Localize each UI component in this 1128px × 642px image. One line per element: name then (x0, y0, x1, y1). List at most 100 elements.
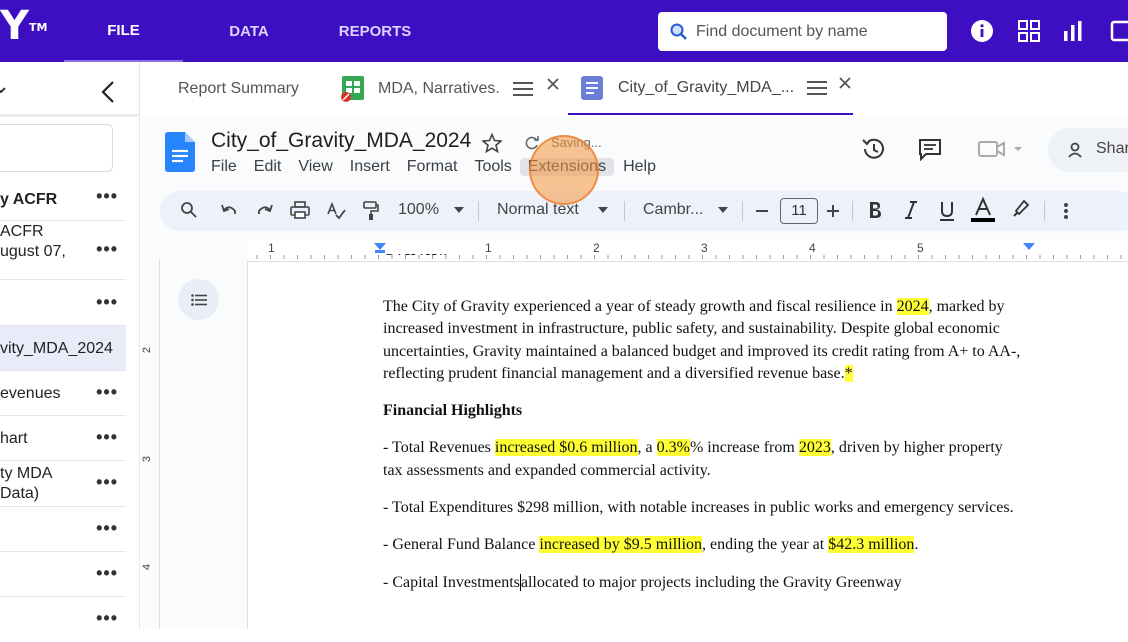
bar-chart-icon[interactable] (1061, 19, 1085, 43)
capital-investments-paragraph: - Capital Investments allocated to major… (383, 572, 1023, 594)
list-item-label: ACFR (0, 223, 44, 240)
more-icon[interactable]: ••• (96, 518, 118, 539)
list-item[interactable]: evenues ••• (0, 371, 126, 416)
paint-format-icon[interactable] (362, 201, 380, 221)
drag-handle-icon[interactable] (512, 81, 534, 97)
chevron-down-icon[interactable] (0, 85, 6, 95)
tab-bar: Report Summary MDA, Narratives. City_of_… (142, 62, 1128, 115)
search-input[interactable] (696, 22, 936, 41)
more-icon[interactable]: ••• (96, 186, 118, 207)
sidebar-search-input[interactable] (0, 124, 113, 172)
close-icon[interactable] (838, 76, 852, 90)
document-body[interactable]: Overview The City of Gravity experienced… (383, 254, 1023, 609)
inbox-icon[interactable] (1110, 19, 1128, 43)
spellcheck-icon[interactable] (326, 201, 346, 221)
revenues-paragraph: - Total Revenues increased $0.6 million,… (383, 437, 1023, 482)
more-icon[interactable]: ••• (96, 239, 118, 260)
list-item[interactable]: ••• (0, 597, 126, 642)
drag-handle-icon[interactable] (806, 80, 828, 96)
text-color-icon[interactable] (970, 197, 996, 223)
dashboard-icon[interactable] (1017, 19, 1041, 43)
menu-format[interactable]: Format (407, 158, 458, 176)
search-icon (670, 23, 687, 40)
toolbar-divider (478, 201, 479, 221)
document-outline-button[interactable] (178, 279, 219, 320)
search-box[interactable] (658, 12, 947, 51)
undo-icon[interactable] (220, 201, 238, 219)
ruler-mark: 3 (701, 241, 708, 255)
info-icon[interactable] (970, 19, 994, 43)
ruler-mark: 1 (268, 241, 275, 255)
collapse-icon[interactable] (100, 80, 116, 104)
nav-file[interactable]: FILE (64, 0, 183, 62)
list-item[interactable]: hart ••• (0, 416, 126, 461)
list-item[interactable]: y ACFR ••• (0, 180, 126, 221)
more-icon[interactable]: ••• (96, 563, 118, 584)
tab-report-summary[interactable]: Report Summary (178, 62, 299, 115)
vertical-ruler[interactable]: 2 3 4 (141, 260, 160, 629)
list-item[interactable]: ••• (0, 552, 126, 597)
nav-reports[interactable]: REPORTS (322, 0, 428, 62)
tab-city-of-gravity[interactable]: City_of_Gravity_MDA_... (568, 62, 853, 115)
more-options-icon[interactable] (1064, 202, 1068, 220)
italic-icon[interactable] (904, 201, 918, 219)
menu-help[interactable]: Help (623, 158, 656, 176)
right-indent-marker[interactable] (1023, 243, 1035, 250)
font-size-input[interactable]: 11 (780, 198, 818, 224)
print-icon[interactable] (290, 201, 310, 219)
star-icon[interactable] (482, 133, 502, 153)
text-run: - Total Revenues (383, 439, 495, 457)
list-item[interactable]: ••• (0, 280, 126, 326)
more-icon[interactable]: ••• (96, 427, 118, 448)
comments-icon[interactable] (918, 137, 942, 161)
fund-balance-paragraph: - General Fund Balance increased by $9.5… (383, 534, 1023, 556)
decrease-font-size-icon[interactable] (756, 210, 768, 212)
zoom-select[interactable]: 100% (398, 201, 439, 219)
font-dropdown-icon[interactable] (718, 207, 728, 213)
list-item-label: ugust 07, (0, 243, 66, 260)
ruler-mark: 5 (917, 241, 924, 255)
text-run: . (914, 536, 919, 554)
overview-heading: Overview (383, 254, 449, 262)
document-title[interactable]: City_of_Gravity_MDA_2024 (211, 129, 471, 153)
more-icon[interactable]: ••• (96, 382, 118, 403)
more-icon[interactable]: ••• (96, 292, 118, 313)
nav-data[interactable]: DATA (200, 0, 298, 62)
highlight-icon[interactable] (1012, 199, 1030, 217)
underline-icon[interactable] (939, 201, 955, 221)
text-run: The City of Gravity experienced a year o… (383, 298, 897, 315)
bold-icon[interactable] (868, 201, 882, 219)
text-run: allocated to major projects including th… (520, 573, 902, 591)
menu-edit[interactable]: Edit (254, 158, 282, 176)
list-item-label: y ACFR (0, 191, 58, 208)
first-line-indent-marker[interactable] (375, 250, 385, 253)
ruler-mark: 1 (485, 241, 492, 255)
menu-view[interactable]: View (298, 158, 332, 176)
version-history-icon[interactable] (861, 136, 887, 162)
list-item-label: ty MDA (0, 465, 53, 482)
left-indent-marker[interactable] (374, 243, 386, 250)
list-item[interactable]: ••• (0, 507, 126, 552)
close-icon[interactable] (546, 77, 560, 91)
font-select[interactable]: Cambr... (643, 201, 703, 219)
search-menus-icon[interactable] (180, 201, 198, 219)
menu-file[interactable]: File (211, 158, 237, 176)
increase-font-size-icon[interactable] (827, 205, 839, 217)
zoom-dropdown-icon[interactable] (454, 207, 464, 213)
menu-insert[interactable]: Insert (350, 158, 390, 176)
click-indicator (529, 135, 599, 205)
tab-mda-narratives[interactable]: MDA, Narratives. (340, 62, 560, 115)
style-dropdown-icon[interactable] (598, 207, 608, 213)
list-item[interactable]: ACFR ugust 07, ••• (0, 221, 126, 280)
redo-icon[interactable] (256, 201, 274, 219)
list-item-selected[interactable]: vity_MDA_2024 (0, 326, 126, 371)
more-icon[interactable]: ••• (96, 608, 118, 629)
google-docs-logo-icon[interactable] (165, 132, 195, 172)
toolbar-divider (624, 201, 625, 221)
share-button[interactable]: Shar (1048, 128, 1128, 172)
menu-tools[interactable]: Tools (474, 158, 511, 176)
app-logo[interactable]: YTM (0, 6, 47, 46)
list-item[interactable]: ty MDA Data) ••• (0, 461, 126, 507)
meet-icon[interactable] (978, 139, 1024, 159)
more-icon[interactable]: ••• (96, 472, 118, 493)
